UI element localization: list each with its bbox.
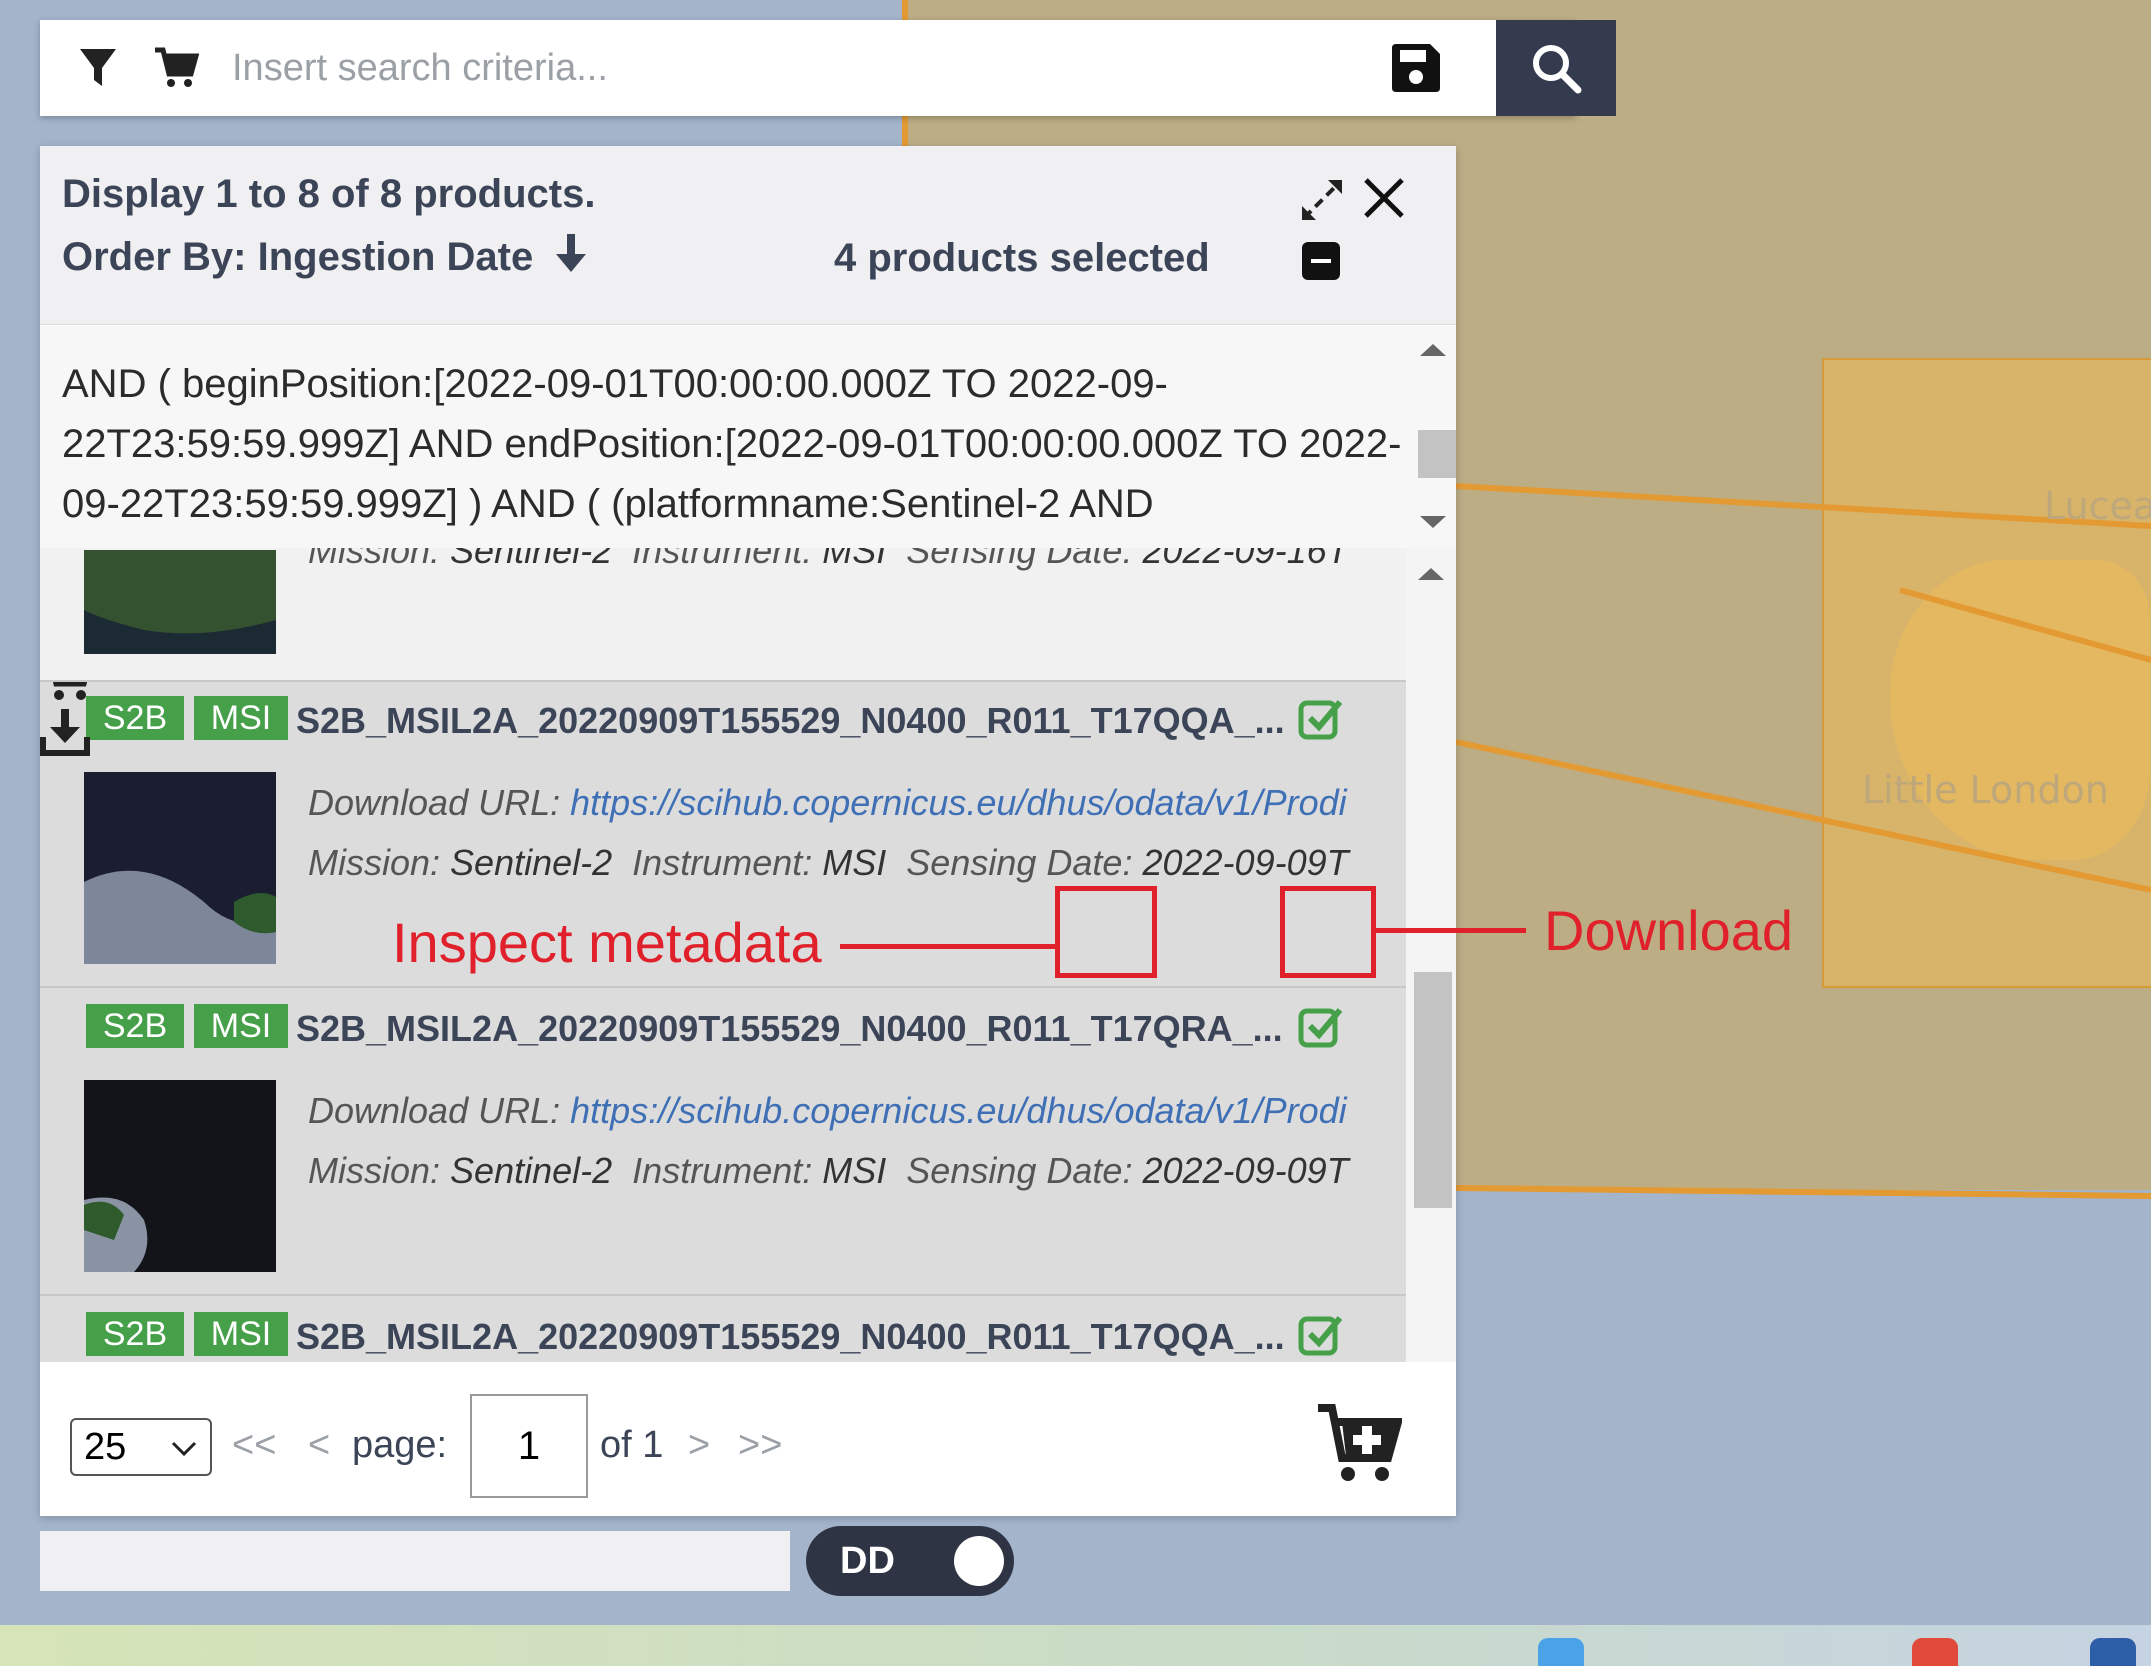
last-page-button[interactable]: >>: [738, 1424, 782, 1467]
order-by-text: Order By: Ingestion Date: [62, 235, 534, 279]
download-url-line: Download URL: https://scihub.copernicus.…: [308, 782, 1388, 824]
search-button[interactable]: [1496, 20, 1616, 116]
order-by-label[interactable]: Order By: Ingestion Date: [62, 232, 588, 280]
instrument-label: Instrument:: [632, 842, 813, 883]
prev-page-button[interactable]: <: [308, 1424, 330, 1467]
download-button[interactable]: [40, 707, 1406, 762]
sensing-date-value: 2022-09-09T: [1142, 842, 1349, 883]
platform-tag: S2B: [86, 1004, 184, 1048]
metadata-line: Mission: Sentinel-2 Instrument: MSI Sens…: [308, 1150, 1388, 1192]
annotation-box-inspect: [1055, 886, 1157, 978]
download-url-link[interactable]: https://scihub.copernicus.eu/dhus/odata/…: [570, 1090, 1346, 1131]
sensing-date-label: Sensing Date:: [906, 548, 1133, 571]
instrument-tag: MSI: [194, 1004, 288, 1048]
page-size-value: 25: [84, 1426, 127, 1468]
metadata-line: Mission: Sentinel-2 Instrument: MSI Sens…: [308, 548, 1349, 572]
product-item-partial[interactable]: Mission: Sentinel-2 Instrument: MSI Sens…: [40, 548, 1406, 682]
expand-icon[interactable]: [1294, 172, 1350, 228]
product-thumbnail[interactable]: [84, 1080, 276, 1272]
checkbox-checked-icon[interactable]: [1298, 1312, 1344, 1358]
product-thumbnail[interactable]: [84, 550, 276, 654]
sensing-date-value: 2022-09-09T: [1142, 1150, 1349, 1191]
mission-value: Sentinel-2: [450, 1150, 613, 1191]
taskbar-app-icon[interactable]: [2090, 1638, 2136, 1666]
map-label-lucea: Lucea: [2044, 484, 2151, 528]
windows-icon[interactable]: [1538, 1638, 1584, 1666]
save-icon: [1392, 44, 1440, 92]
download-url-link[interactable]: https://scihub.copernicus.eu/dhus/odata/…: [570, 782, 1346, 823]
taskbar: [0, 1625, 2151, 1666]
search-icon: [1533, 45, 1582, 94]
product-thumbnail[interactable]: [84, 772, 276, 964]
annotation-box-download: [1280, 886, 1376, 978]
results-header: Display 1 to 8 of 8 products. Order By: …: [40, 146, 1456, 325]
product-title[interactable]: S2B_MSIL2A_20220909T155529_N0400_R011_T1…: [296, 1316, 1336, 1358]
mission-value: Sentinel-2: [450, 548, 613, 571]
scroll-thumb[interactable]: [1414, 972, 1452, 1208]
query-display: AND ( beginPosition:[2022-09-01T00:00:00…: [40, 326, 1456, 548]
mission-value: Sentinel-2: [450, 842, 613, 883]
results-count: Display 1 to 8 of 8 products.: [62, 172, 596, 216]
taskbar-app-icon[interactable]: [1912, 1638, 1958, 1666]
save-search-button[interactable]: [1368, 20, 1464, 116]
filter-icon[interactable]: [68, 20, 128, 116]
cart-icon[interactable]: [146, 20, 206, 116]
instrument-value: MSI: [822, 1150, 887, 1191]
coordinate-format-toggle[interactable]: DD: [806, 1526, 1014, 1596]
sensing-date-label: Sensing Date:: [906, 1150, 1133, 1191]
query-text: AND ( beginPosition:[2022-09-01T00:00:00…: [62, 362, 1402, 526]
sensing-date-label: Sensing Date:: [906, 842, 1133, 883]
chevron-down-icon: [171, 1441, 197, 1457]
selected-count: 4 products selected: [834, 236, 1210, 280]
product-item[interactable]: S2B MSI S2B_MSIL2A_20220909T155529_N0400…: [40, 988, 1406, 1296]
search-bar: [40, 20, 1616, 116]
toggle-knob: [954, 1536, 1004, 1586]
query-scrollbar[interactable]: [1410, 326, 1456, 548]
search-input[interactable]: [220, 24, 1150, 112]
arrow-down-icon[interactable]: [554, 232, 588, 274]
coordinates-display: [40, 1531, 790, 1591]
download-url-line: Download URL: https://scihub.copernicus.…: [308, 1090, 1388, 1132]
next-page-button[interactable]: >: [688, 1424, 710, 1467]
metadata-line: Mission: Sentinel-2 Instrument: MSI Sens…: [308, 842, 1388, 884]
page-size-select[interactable]: 25: [70, 1418, 212, 1476]
first-page-button[interactable]: <<: [232, 1424, 276, 1467]
map-label-little-london: Little London: [1862, 768, 2109, 812]
results-panel: Display 1 to 8 of 8 products. Order By: …: [40, 146, 1456, 1516]
mission-label: Mission:: [308, 1150, 441, 1191]
instrument-label: Instrument:: [632, 548, 813, 571]
annotation-download: Download: [1544, 899, 1794, 962]
annotation-line-download: [1376, 928, 1526, 933]
page-label: page:: [352, 1424, 448, 1466]
sensing-date-value: 2022-09-16T: [1142, 548, 1349, 571]
mission-label: Mission:: [308, 842, 441, 883]
page-total: of 1: [600, 1424, 664, 1466]
cart-plus-icon: [1318, 1404, 1404, 1481]
close-icon[interactable]: [1356, 170, 1412, 226]
platform-tag: S2B: [86, 1312, 184, 1356]
instrument-value: MSI: [822, 548, 887, 571]
checkbox-checked-icon[interactable]: [1298, 1004, 1344, 1050]
download-url-label: Download URL:: [308, 782, 561, 823]
page-number-input[interactable]: 1: [470, 1394, 588, 1498]
download-url-label: Download URL:: [308, 1090, 561, 1131]
product-title[interactable]: S2B_MSIL2A_20220909T155529_N0400_R011_T1…: [296, 1008, 1336, 1050]
add-all-to-cart-button[interactable]: [1316, 1400, 1404, 1486]
pagination-bar: 25 << < page: 1 of 1 > >>: [40, 1362, 1456, 1516]
annotation-line-inspect: [840, 944, 1055, 949]
deselect-all-button[interactable]: [1302, 242, 1340, 280]
download-icon: [40, 709, 90, 756]
mission-label: Mission:: [308, 548, 441, 571]
instrument-value: MSI: [822, 842, 887, 883]
annotation-inspect-metadata: Inspect metadata: [392, 911, 822, 974]
instrument-tag: MSI: [194, 1312, 288, 1356]
instrument-label: Instrument:: [632, 1150, 813, 1191]
toggle-label: DD: [840, 1540, 895, 1582]
